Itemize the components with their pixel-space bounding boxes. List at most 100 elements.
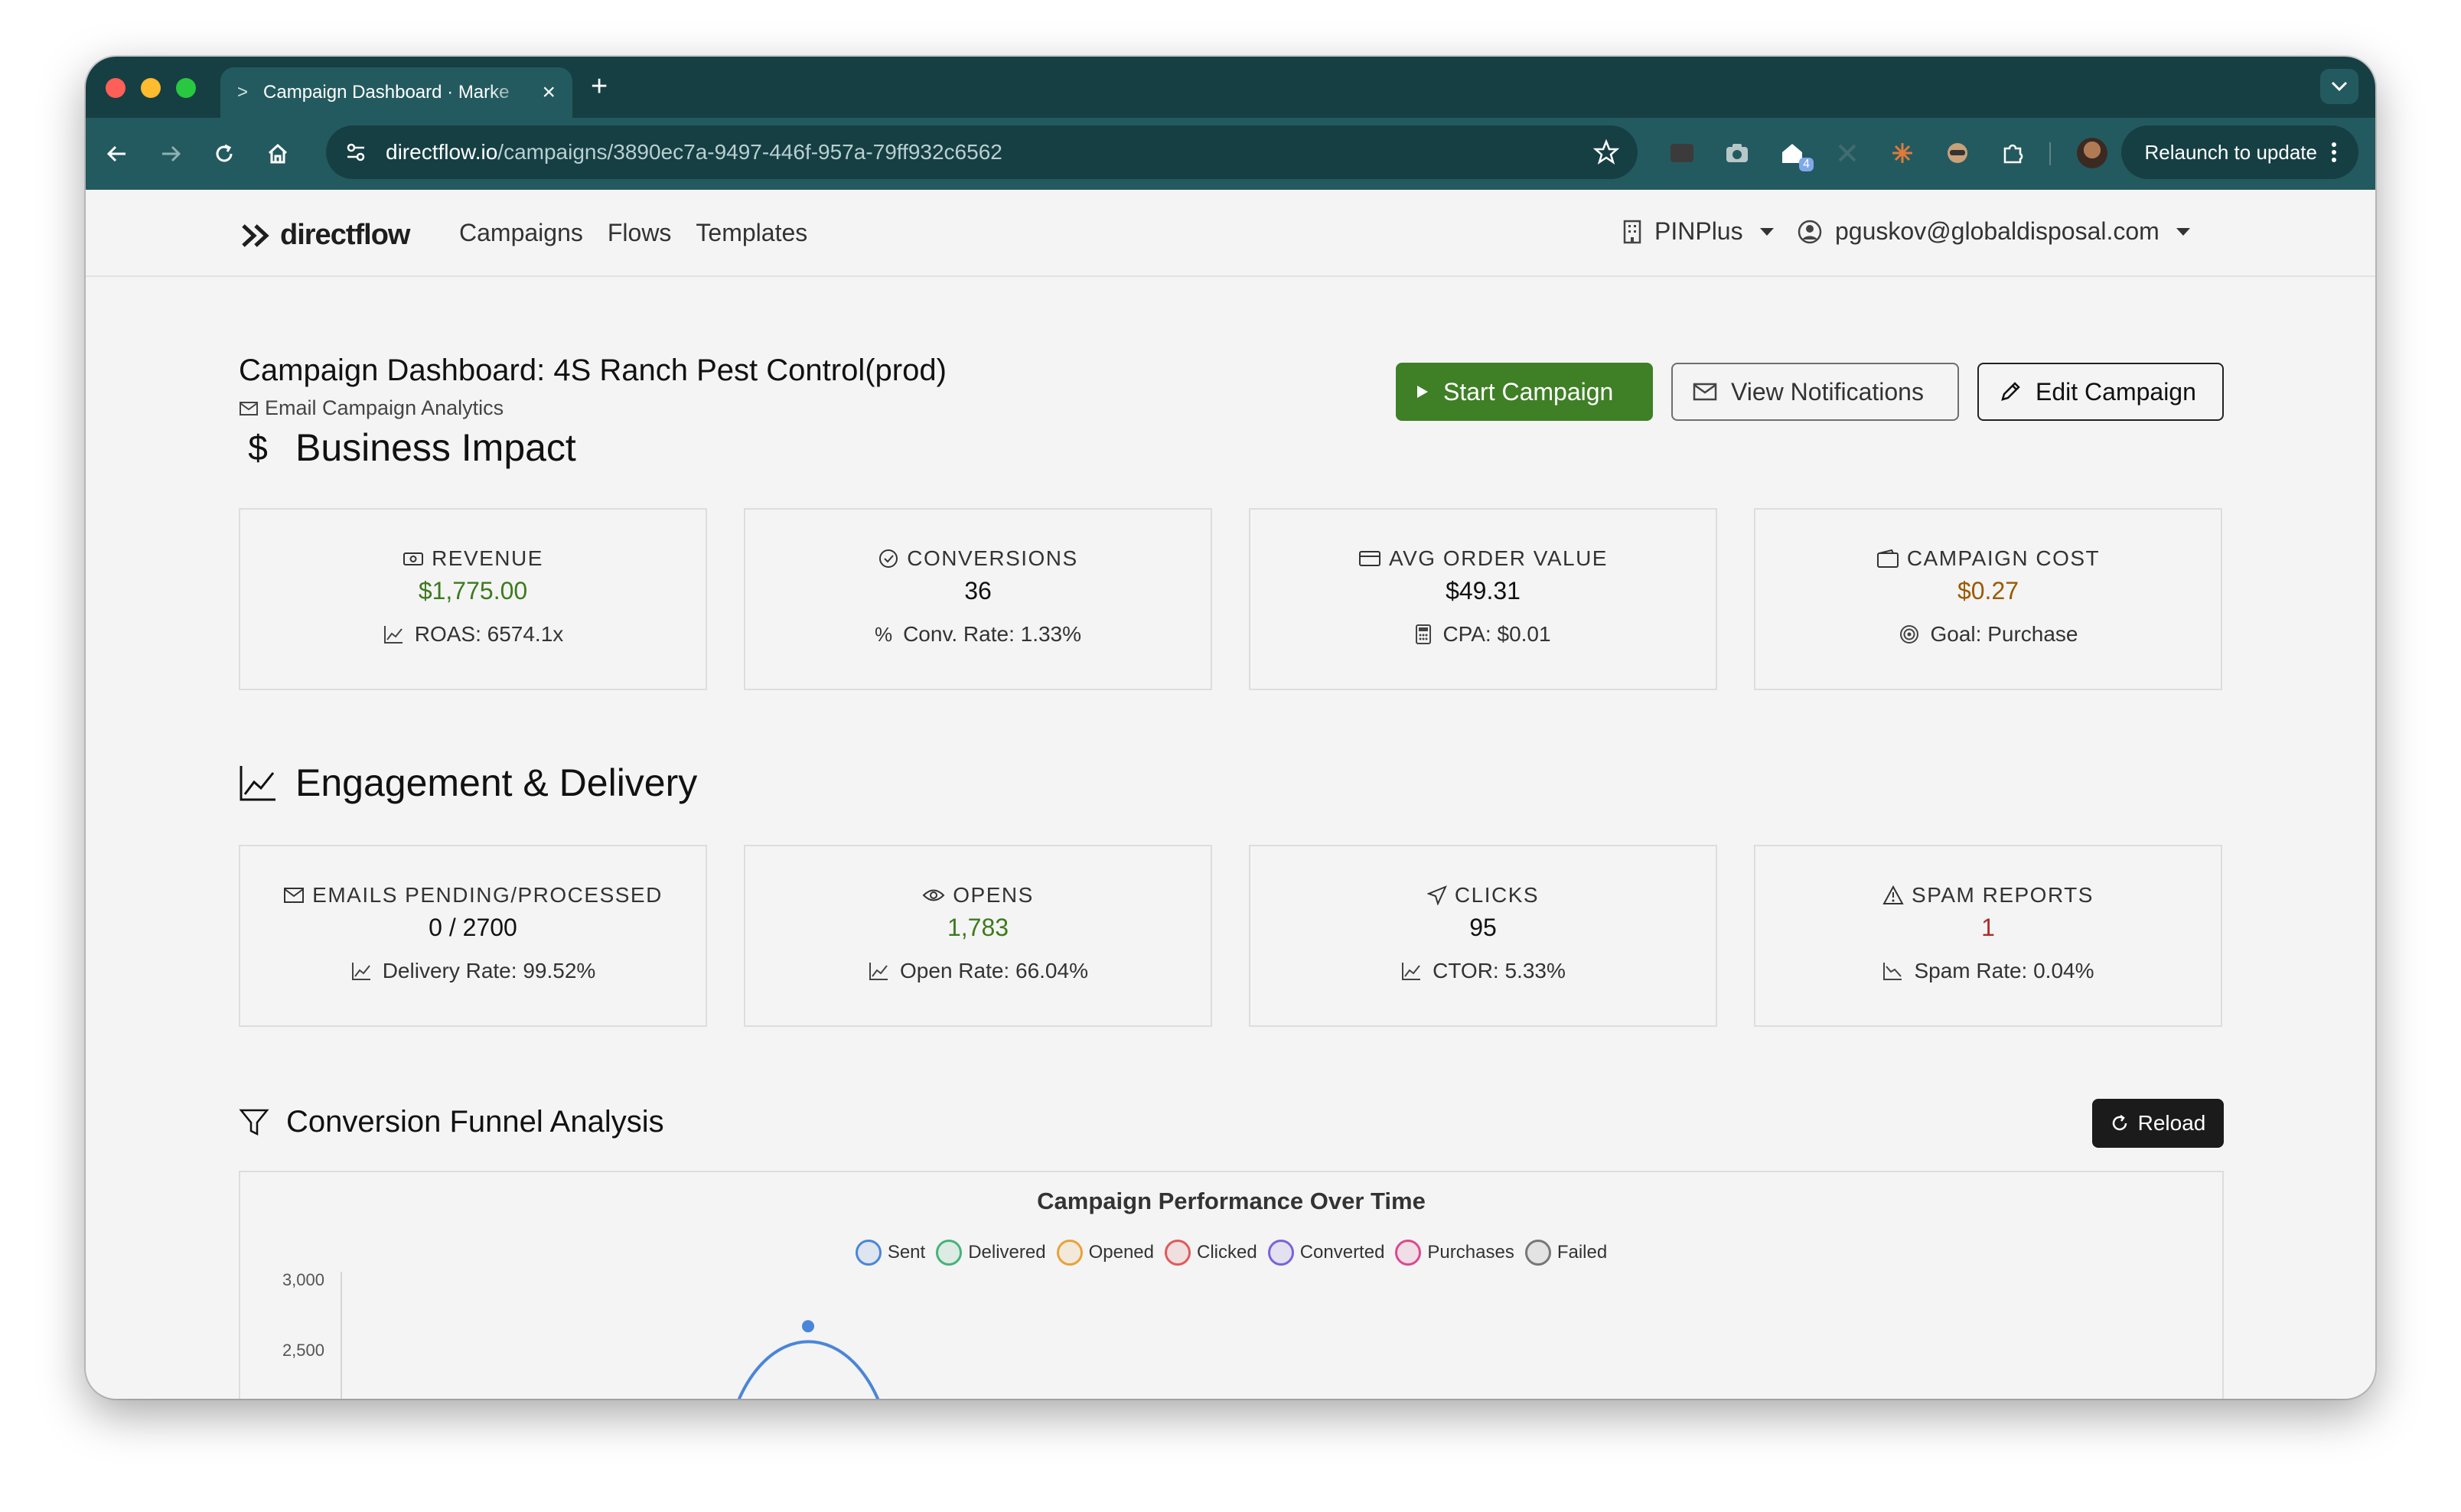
performance-chart: Campaign Performance Over Time Sent Deliv… xyxy=(239,1171,2224,1399)
bookmark-star-icon[interactable] xyxy=(1593,139,1619,165)
edit-campaign-button[interactable]: Edit Campaign xyxy=(1977,363,2224,421)
refresh-icon xyxy=(2112,1115,2127,1131)
nav-flows[interactable]: Flows xyxy=(608,219,672,247)
minimize-window-button[interactable] xyxy=(141,78,161,98)
url-path: /campaigns/3890ec7a-9497-446f-957a-79ff9… xyxy=(497,140,1002,164)
org-switcher[interactable]: PINPlus xyxy=(1622,217,1774,246)
card-label: OPENS xyxy=(745,883,1211,908)
wallet-icon xyxy=(1876,549,1899,568)
campaign-cost-label: CAMPAIGN COST xyxy=(1906,546,2101,570)
app-header: directflow Campaigns Flows Templates PIN… xyxy=(86,190,2375,277)
play-icon xyxy=(1417,386,1428,398)
relaunch-label: Relaunch to update xyxy=(2144,140,2317,164)
spam-reports-value: 1 xyxy=(1981,914,1995,941)
main-nav: Campaigns Flows Templates xyxy=(459,219,807,247)
browser-window: > Campaign Dashboard · Marke × + directf… xyxy=(86,57,2375,1399)
check-circle-icon xyxy=(879,549,898,568)
arrow-right-icon xyxy=(162,145,181,162)
opens-card: OPENS 1,783 Open Rate: 66.04% xyxy=(744,845,1212,1027)
reload-button[interactable]: Reload xyxy=(2092,1099,2224,1148)
engagement-heading: Engagement & Delivery xyxy=(239,761,697,805)
line-chart-icon xyxy=(240,766,275,801)
card-subtext: Delivery Rate: 99.52% xyxy=(240,959,706,983)
spam-reports-label: SPAM REPORTS xyxy=(1912,883,2094,907)
card-subtext: CPA: $0.01 xyxy=(1250,622,1716,647)
avg-order-value-card: AVG ORDER VALUE $49.31 CPA: $0.01 xyxy=(1249,508,1717,690)
extensions-puzzle-icon[interactable] xyxy=(1994,135,2031,171)
profile-avatar-icon[interactable] xyxy=(2074,135,2111,171)
trend-icon xyxy=(383,626,403,644)
engagement-title: Engagement & Delivery xyxy=(295,761,698,804)
clicks-label: CLICKS xyxy=(1454,883,1540,907)
nav-campaigns[interactable]: Campaigns xyxy=(459,219,583,247)
trend-icon xyxy=(869,963,888,980)
campaign-cost-card: CAMPAIGN COST $0.27 Goal: Purchase xyxy=(1754,508,2222,690)
conv-rate-text: Conv. Rate: 1.33% xyxy=(903,622,1082,646)
clicks-card: CLICKS 95 CTOR: 5.33% xyxy=(1249,845,1717,1027)
relaunch-to-update-button[interactable]: Relaunch to update xyxy=(2121,125,2358,179)
caret-down-icon xyxy=(1759,227,1774,236)
clicks-value: 95 xyxy=(1469,914,1497,941)
tab-close-icon[interactable]: × xyxy=(542,81,556,104)
business-impact-heading: $ Business Impact xyxy=(239,425,576,470)
mask-extension-icon[interactable] xyxy=(1939,135,1976,171)
url-text: directflow.io/campaigns/3890ec7a-9497-44… xyxy=(386,140,1593,165)
calculator-icon xyxy=(1416,624,1432,644)
site-settings-icon[interactable] xyxy=(344,141,367,164)
arrow-left-icon xyxy=(106,145,125,162)
sparkle-extension-icon[interactable] xyxy=(1884,135,1921,171)
camera-extension-icon[interactable] xyxy=(1719,135,1755,171)
card-subtext: Spam Rate: 0.04% xyxy=(1755,959,2221,983)
dollar-icon: $ xyxy=(248,428,268,468)
card-label: CLICKS xyxy=(1250,883,1716,908)
home-icon xyxy=(268,143,288,164)
target-icon xyxy=(1899,625,1918,644)
maximize-window-button[interactable] xyxy=(176,78,196,98)
data-point-sent[interactable] xyxy=(802,1320,814,1333)
browser-toolbar: directflow.io/campaigns/3890ec7a-9497-44… xyxy=(86,118,2375,190)
extension-x-icon[interactable] xyxy=(1829,135,1866,171)
revenue-label: REVENUE xyxy=(432,546,543,570)
card-label: CAMPAIGN COST xyxy=(1755,546,2221,571)
tab-search-button[interactable] xyxy=(2320,69,2358,104)
revenue-value: $1,775.00 xyxy=(418,577,528,604)
page-title: Campaign Dashboard: 4S Ranch Pest Contro… xyxy=(239,354,947,387)
home-extension-icon[interactable]: 4 xyxy=(1774,135,1814,171)
window-controls xyxy=(106,78,196,98)
warning-icon xyxy=(1882,885,1904,904)
card-label: CONVERSIONS xyxy=(745,546,1211,571)
view-notifications-button[interactable]: View Notifications xyxy=(1671,363,1959,421)
chevron-down-icon xyxy=(2331,81,2348,92)
pencil-icon xyxy=(2001,382,2020,401)
campaign-cost-value: $0.27 xyxy=(1957,577,2019,604)
start-campaign-label: Start Campaign xyxy=(1443,377,1614,406)
extension-1-icon[interactable] xyxy=(1664,135,1700,171)
nav-templates[interactable]: Templates xyxy=(696,219,807,247)
funnel-heading: Conversion Funnel Analysis xyxy=(239,1105,664,1139)
card-subtext: Goal: Purchase xyxy=(1755,622,2221,647)
cpa-text: CPA: $0.01 xyxy=(1442,622,1551,646)
user-menu[interactable]: pguskov@globaldisposal.com xyxy=(1797,217,2190,246)
forward-button[interactable] xyxy=(152,135,190,173)
funnel-icon xyxy=(239,1109,269,1136)
start-campaign-button[interactable]: Start Campaign xyxy=(1396,363,1653,421)
browser-tab-active[interactable]: > Campaign Dashboard · Marke × xyxy=(220,67,572,118)
new-tab-button[interactable]: + xyxy=(591,70,608,103)
avg-order-value-label: AVG ORDER VALUE xyxy=(1389,546,1608,570)
close-window-button[interactable] xyxy=(106,78,125,98)
home-button[interactable] xyxy=(259,135,297,173)
envelope-icon xyxy=(284,888,305,903)
view-notifications-label: View Notifications xyxy=(1731,377,1924,406)
tab-title: Campaign Dashboard · Marke xyxy=(263,82,510,103)
back-button[interactable] xyxy=(98,135,136,173)
refresh-icon xyxy=(216,144,233,162)
reload-page-button[interactable] xyxy=(205,135,243,173)
series-line-sent xyxy=(738,1340,879,1399)
spam-rate-text: Spam Rate: 0.04% xyxy=(1914,959,2094,982)
card-subtext: Open Rate: 66.04% xyxy=(745,959,1211,983)
app-logo[interactable]: directflow xyxy=(240,219,410,252)
kebab-menu-icon xyxy=(2332,142,2336,162)
card-label: REVENUE xyxy=(240,546,706,571)
card-label: SPAM REPORTS xyxy=(1755,883,2221,908)
address-bar[interactable]: directflow.io/campaigns/3890ec7a-9497-44… xyxy=(326,125,1638,179)
